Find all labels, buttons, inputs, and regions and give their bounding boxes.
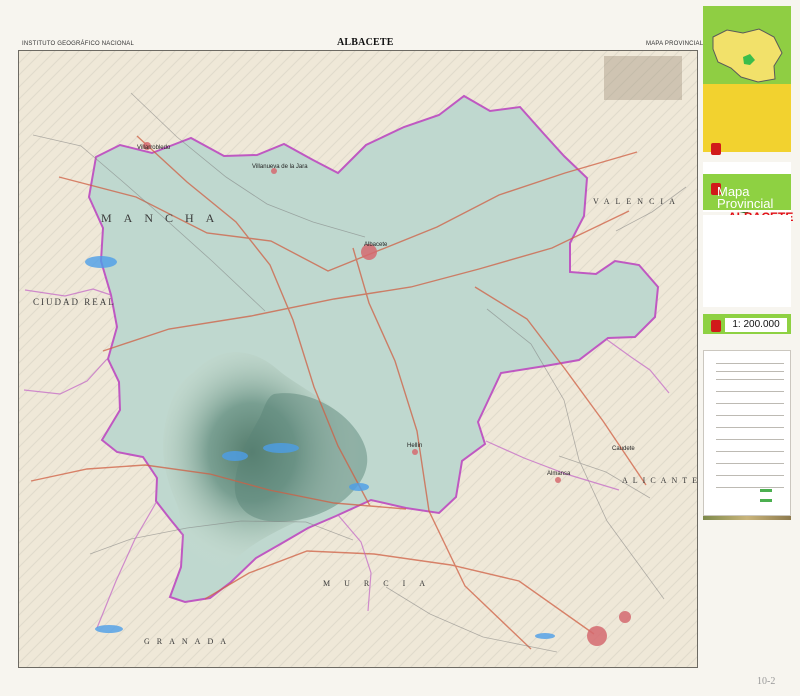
map-graphics — [19, 51, 697, 667]
legend-line-6 — [716, 415, 784, 416]
spain-mini-map — [712, 28, 783, 83]
legend-panel — [703, 350, 791, 516]
town-villanueva-de-la-jara: Villanueva de la Jara — [252, 164, 308, 170]
map-type-label: MAPA PROVINCIAL — [646, 41, 704, 47]
photo-panel — [703, 215, 791, 520]
main-map: MANCHA CIUDAD REAL VALENCIA ALICANTE MUR… — [18, 50, 698, 668]
legend-line-4 — [716, 391, 784, 392]
legend-line-3 — [716, 379, 784, 380]
town-almansa: Almansa — [547, 471, 571, 477]
town-villarrobledo: Villarrobledo — [137, 145, 171, 151]
legend-line-7 — [716, 427, 784, 428]
sidebar: Mapa Provincial ALBACETE 1: 200.000 — [703, 0, 800, 696]
sheet-stamp: 10-2 — [757, 676, 776, 687]
region-label-alicante: ALICANTE — [622, 476, 698, 485]
legend-line-5 — [716, 403, 784, 404]
overview-panel — [703, 6, 791, 88]
ministry-emblem-icon — [711, 320, 721, 332]
legend-line-12 — [716, 487, 784, 488]
legend-line-1 — [716, 363, 784, 364]
legend-line-10 — [716, 463, 784, 464]
province-inset-panel — [703, 84, 791, 214]
legend-symbol-2 — [760, 499, 772, 502]
town-albacete: Albacete — [364, 242, 388, 248]
region-label-murcia: MURCIA — [323, 579, 440, 588]
legend-line-11 — [716, 475, 784, 476]
legend-symbol-1 — [760, 489, 772, 492]
region-label-ciudad-real: CIUDAD REAL — [33, 297, 116, 307]
legend-line-9 — [716, 451, 784, 452]
shield-icon — [711, 143, 721, 155]
town-hellin: Hellín — [407, 443, 423, 449]
region-label-valencia: VALENCIA — [593, 197, 681, 206]
town-caudete: Caudete — [612, 446, 635, 452]
mapa-provincial-title: Mapa Provincial — [717, 185, 791, 211]
map-title: ALBACETE — [337, 37, 394, 48]
scale-label: 1: 200.000 — [725, 318, 787, 332]
region-label-mancha: MANCHA — [101, 211, 227, 225]
legend-line-2 — [716, 371, 784, 372]
region-label-granada: GRANADA — [144, 637, 233, 646]
publisher-label: INSTITUTO GEOGRÁFICO NACIONAL — [22, 41, 135, 47]
provincial-title-line: Provincial — [717, 196, 774, 211]
map-sheet: INSTITUTO GEOGRÁFICO NACIONAL ALBACETE M… — [0, 0, 800, 696]
legend-line-8 — [716, 439, 784, 440]
